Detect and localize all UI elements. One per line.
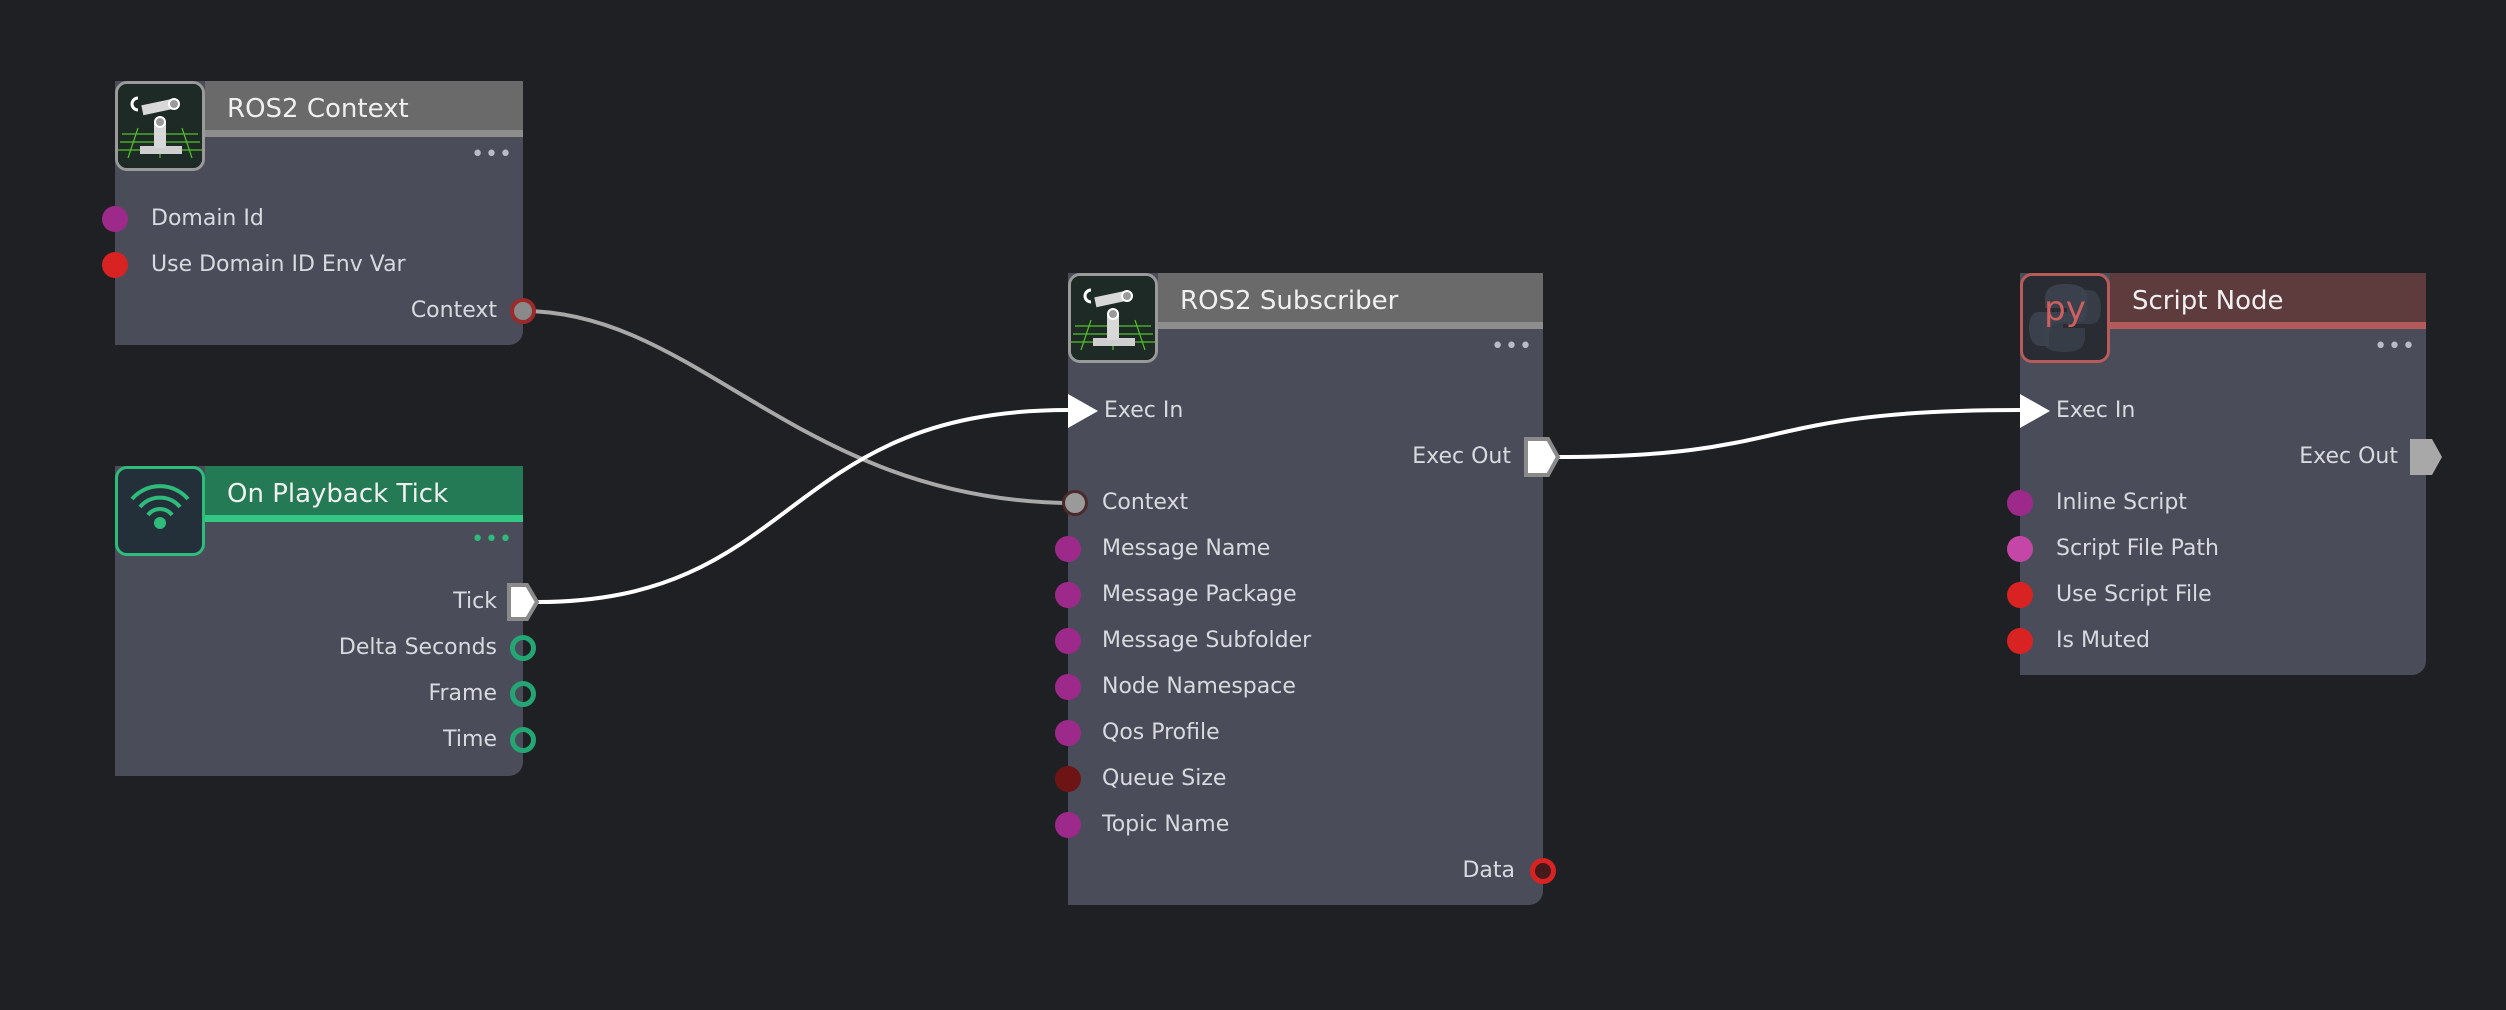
more-options-icon[interactable]: •••: [2374, 336, 2416, 358]
pin-use-script-file[interactable]: [2007, 582, 2033, 608]
node-ros2-context[interactable]: ROS2 Context ••• Domain Id Use Domain ID…: [102, 81, 536, 345]
port-message-subfolder: Message Subfolder: [1102, 628, 1312, 653]
pin-context-in[interactable]: [1062, 490, 1088, 516]
robot-arm-icon: [1068, 273, 1158, 363]
robot-arm-icon: [115, 81, 205, 171]
port-message-package: Message Package: [1102, 582, 1297, 607]
node-header[interactable]: On Playback Tick: [205, 466, 523, 522]
pin-message-name[interactable]: [1055, 536, 1081, 562]
port-exec-out: Exec Out: [1412, 444, 1511, 469]
pin-queue-size[interactable]: [1055, 766, 1081, 792]
port-use-domain-id-env-var: Use Domain ID Env Var: [151, 252, 406, 277]
pin-use-domain-id-env-var[interactable]: [102, 252, 128, 278]
port-is-muted: Is Muted: [2056, 628, 2150, 653]
port-data-out: Data: [1462, 858, 1515, 883]
port-node-namespace: Node Namespace: [1102, 674, 1296, 699]
pin-script-file-path[interactable]: [2007, 536, 2033, 562]
port-queue-size: Queue Size: [1102, 766, 1227, 791]
pin-frame[interactable]: [510, 681, 536, 707]
port-topic-name: Topic Name: [1102, 812, 1230, 837]
python-icon-text: py: [2044, 289, 2086, 329]
pin-tick-exec-out[interactable]: [507, 583, 539, 621]
port-domain-id: Domain Id: [151, 206, 264, 231]
node-title: ROS2 Context: [227, 94, 409, 124]
port-inline-script: Inline Script: [2056, 490, 2187, 515]
node-header[interactable]: ROS2 Context: [205, 81, 523, 137]
node-title: Script Node: [2132, 286, 2284, 316]
pin-exec-out[interactable]: [1524, 437, 1562, 477]
port-use-script-file: Use Script File: [2056, 582, 2212, 607]
pin-topic-name[interactable]: [1055, 812, 1081, 838]
pin-qos-profile[interactable]: [1055, 720, 1081, 746]
pin-time[interactable]: [510, 727, 536, 753]
more-options-icon[interactable]: •••: [471, 144, 513, 166]
port-context-out: Context: [410, 298, 497, 323]
port-exec-in: Exec In: [1104, 398, 1184, 423]
wire-tick-to-subscriber-exec-in[interactable]: [536, 408, 1069, 604]
python-icon: py: [2020, 273, 2110, 363]
port-tick: Tick: [453, 589, 497, 614]
port-context-in: Context: [1102, 490, 1189, 515]
port-exec-in: Exec In: [2056, 398, 2136, 423]
pin-delta-seconds[interactable]: [510, 635, 536, 661]
more-options-icon[interactable]: •••: [1491, 336, 1533, 358]
port-frame: Frame: [428, 681, 497, 706]
pin-context-out[interactable]: [510, 298, 536, 324]
node-header[interactable]: Script Node: [2110, 273, 2426, 329]
port-message-name: Message Name: [1102, 536, 1271, 561]
node-graph-canvas[interactable]: ROS2 Context ••• Domain Id Use Domain ID…: [0, 0, 2506, 1010]
node-title: On Playback Tick: [227, 479, 449, 509]
port-exec-out: Exec Out: [2299, 444, 2398, 469]
port-time: Time: [443, 727, 497, 752]
node-ros2-subscriber[interactable]: ROS2 Subscriber ••• Exec In Exec Out Con…: [1055, 273, 1561, 905]
pin-message-subfolder[interactable]: [1055, 628, 1081, 654]
pin-node-namespace[interactable]: [1055, 674, 1081, 700]
pin-exec-out[interactable]: [2408, 437, 2446, 477]
pin-domain-id[interactable]: [102, 206, 128, 232]
wire-context-to-subscriber-context[interactable]: [522, 309, 1076, 505]
node-script-node[interactable]: Script Node py ••• Exec In Exec Out Inli…: [2007, 273, 2442, 675]
node-on-playback-tick[interactable]: On Playback Tick ••• Tick Delta Seconds …: [115, 466, 539, 776]
more-options-icon[interactable]: •••: [471, 529, 513, 551]
port-qos-profile: Qos Profile: [1102, 720, 1220, 745]
node-title: ROS2 Subscriber: [1180, 286, 1399, 316]
wire-subscriber-exec-out-to-script-exec-in[interactable]: [1555, 408, 2021, 459]
pin-inline-script[interactable]: [2007, 490, 2033, 516]
pin-exec-in[interactable]: [1066, 392, 1100, 430]
pin-is-muted[interactable]: [2007, 628, 2033, 654]
node-header[interactable]: ROS2 Subscriber: [1158, 273, 1543, 329]
port-script-file-path: Script File Path: [2056, 536, 2219, 561]
pin-exec-in[interactable]: [2018, 392, 2052, 430]
pin-data-out[interactable]: [1530, 858, 1556, 884]
port-delta-seconds: Delta Seconds: [338, 635, 497, 660]
pin-message-package[interactable]: [1055, 582, 1081, 608]
broadcast-signal-icon: [115, 466, 205, 556]
